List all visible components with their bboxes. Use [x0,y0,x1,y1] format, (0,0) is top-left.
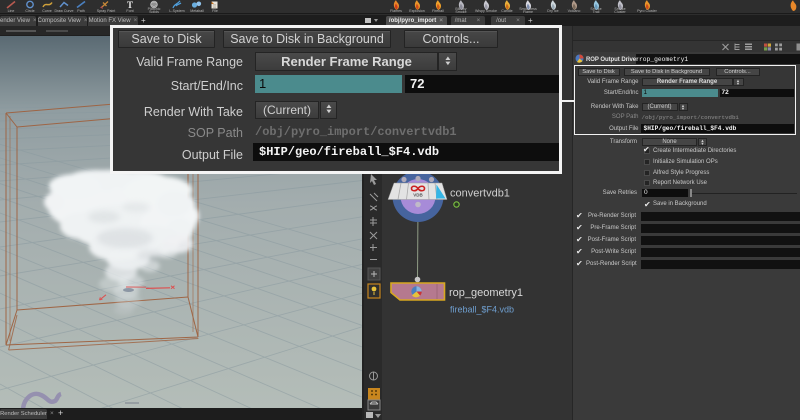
svg-text:Curve: Curve [42,9,52,13]
svg-text:Metaball: Metaball [190,9,204,13]
svg-text:Circle: Circle [25,9,34,13]
svg-text:L-System: L-System [169,9,184,13]
svg-text:Line: Line [8,9,15,13]
svg-text:Cluster: Cluster [614,10,626,13]
svg-text:File: File [212,9,218,13]
svg-text:Trail: Trail [593,10,600,13]
svg-text:rop_geometry1: rop_geometry1 [449,287,523,299]
svg-text:Path: Path [77,9,84,13]
svg-text:convertvdb1: convertvdb1 [450,188,510,200]
svg-text:Solids: Solids [149,10,159,13]
svg-text:Spray Paint: Spray Paint [97,9,116,13]
svg-text:VDB: VDB [413,193,423,198]
svg-text:Draw Curve: Draw Curve [55,9,74,13]
svg-text:fireball_$F4.vdb: fireball_$F4.vdb [450,305,514,315]
svg-text:T: T [127,0,133,10]
svg-text:Smoke: Smoke [455,10,466,13]
svg-text:Flame: Flame [523,10,533,13]
